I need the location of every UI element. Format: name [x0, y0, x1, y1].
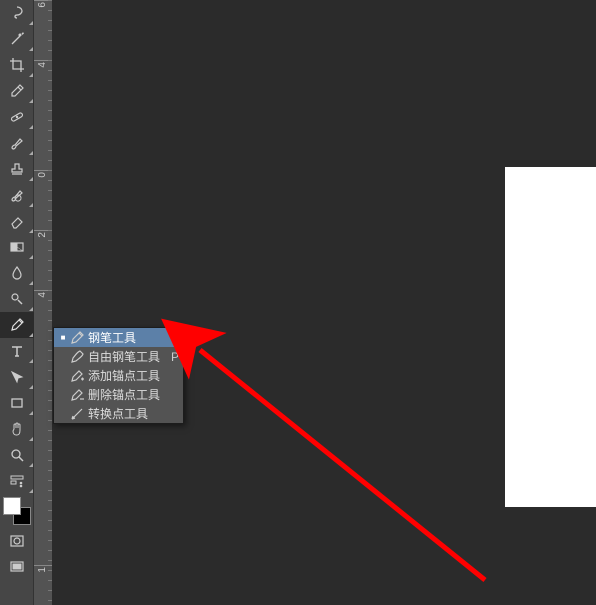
foreground-color-swatch[interactable] — [3, 497, 21, 515]
pen-tool[interactable] — [0, 312, 34, 338]
delete-anchor-tool-item[interactable]: 删除锚点工具 — [54, 385, 183, 404]
freeform-pen-tool-item[interactable]: 自由钢笔工具P — [54, 347, 183, 366]
document-canvas[interactable] — [505, 167, 596, 507]
history-brush-tool[interactable] — [0, 182, 34, 208]
canvas-area[interactable] — [52, 0, 596, 605]
menu-item-label: 添加锚点工具 — [86, 367, 167, 384]
menu-item-label: 转换点工具 — [86, 405, 167, 422]
ruler-label: 6 — [37, 2, 48, 8]
menu-item-label: 删除锚点工具 — [86, 386, 167, 403]
tools-panel — [0, 0, 34, 605]
magic-wand-tool[interactable] — [0, 26, 34, 52]
ruler-label: 4 — [37, 62, 48, 68]
pen-tool-flyout: ■钢笔工具P自由钢笔工具P添加锚点工具删除锚点工具转换点工具 — [53, 327, 184, 424]
active-indicator: ■ — [58, 333, 68, 342]
pen-minus-icon — [68, 387, 86, 403]
eraser-tool[interactable] — [0, 208, 34, 234]
hand-tool[interactable] — [0, 416, 34, 442]
crop-tool[interactable] — [0, 52, 34, 78]
freepen-icon — [68, 349, 86, 365]
color-swatches[interactable] — [0, 494, 34, 528]
menu-item-shortcut: P — [167, 350, 179, 364]
lasso-tool[interactable] — [0, 0, 34, 26]
dodge-tool[interactable] — [0, 286, 34, 312]
menu-item-shortcut: P — [167, 331, 179, 345]
rectangle-tool[interactable] — [0, 390, 34, 416]
blur-tool[interactable] — [0, 260, 34, 286]
type-tool[interactable] — [0, 338, 34, 364]
quick-mask-toggle[interactable] — [0, 528, 34, 554]
healing-brush-tool[interactable] — [0, 104, 34, 130]
screen-mode-toggle[interactable] — [0, 554, 34, 580]
ruler-label: 1 — [37, 567, 48, 573]
gradient-tool[interactable] — [0, 234, 34, 260]
ruler-label: 2 — [37, 232, 48, 238]
eyedropper-tool[interactable] — [0, 78, 34, 104]
path-selection-tool[interactable] — [0, 364, 34, 390]
pen-plus-icon — [68, 368, 86, 384]
clone-stamp-tool[interactable] — [0, 156, 34, 182]
brush-tool[interactable] — [0, 130, 34, 156]
convert-point-tool-item[interactable]: 转换点工具 — [54, 404, 183, 423]
ruler-label: 4 — [37, 292, 48, 298]
vertical-ruler: 6 4 0 2 4 1 — [34, 0, 52, 605]
convert-icon — [68, 406, 86, 422]
menu-item-label: 自由钢笔工具 — [86, 348, 167, 365]
pen-tool-item[interactable]: ■ 钢笔工具P — [54, 328, 183, 347]
add-anchor-tool-item[interactable]: 添加锚点工具 — [54, 366, 183, 385]
menu-item-label: 钢笔工具 — [86, 329, 167, 346]
ruler-label: 0 — [37, 172, 48, 178]
zoom-tool[interactable] — [0, 442, 34, 468]
edit-toolbar[interactable] — [0, 468, 34, 494]
pen-icon — [68, 330, 86, 346]
